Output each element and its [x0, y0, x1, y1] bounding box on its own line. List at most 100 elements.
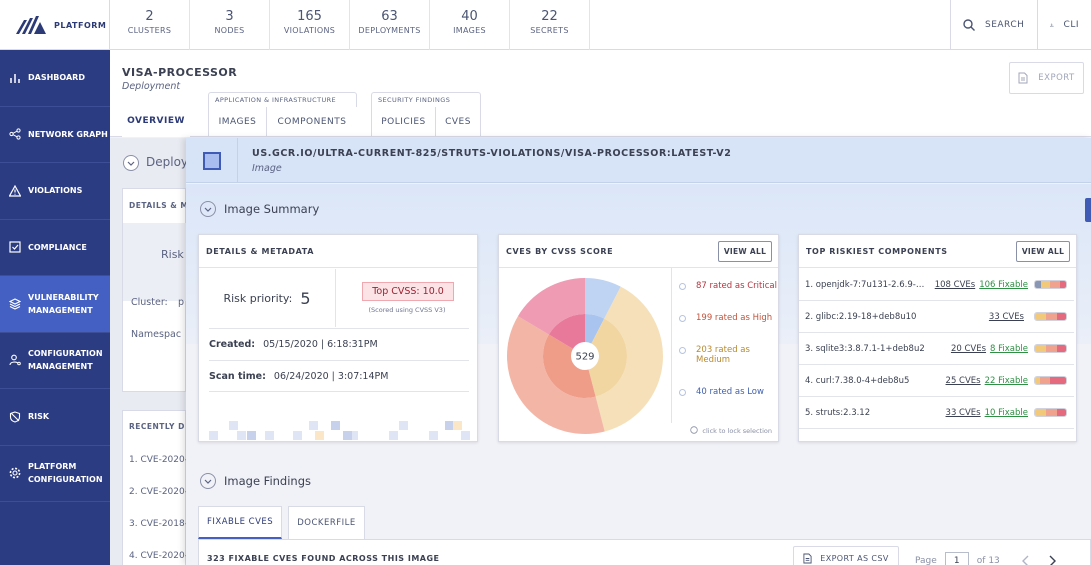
list-item[interactable]: 3. CVE-2018-1: [129, 519, 194, 529]
search-icon: [963, 19, 975, 31]
table-row[interactable]: 1. openjdk-7:7u131-2.6.9-2... 108 CVEs 1…: [799, 269, 1074, 301]
sidebar-item-platform-configuration[interactable]: PLATFORM CONFIGURATION: [0, 446, 110, 502]
legend-high[interactable]: 199 rated as High: [679, 313, 772, 323]
sidebar-item-violations[interactable]: VIOLATIONS: [0, 163, 110, 220]
top-actions: SEARCH CLI: [950, 0, 1091, 50]
risk-icon: [9, 411, 21, 423]
component-cves-link[interactable]: 33 CVEs: [989, 312, 1024, 322]
component-cves-link[interactable]: 108 CVEs: [935, 280, 975, 290]
stat-violations[interactable]: 165 VIOLATIONS: [270, 0, 350, 50]
stat-deployments[interactable]: 63 DEPLOYMENTS: [350, 0, 430, 50]
legend-medium[interactable]: 203 rated as Medium: [679, 345, 769, 365]
sidebar-item-compliance[interactable]: COMPLIANCE: [0, 220, 110, 276]
sidebar-item-label: VULNERABILITY: [28, 292, 99, 302]
sidebar: DASHBOARD NETWORK GRAPH VIOLATIONS COMPL…: [0, 50, 110, 565]
component-name[interactable]: 1. openjdk-7:7u131-2.6.9-2...: [805, 280, 929, 290]
sidebar-item-label-line2: CONFIGURATION: [28, 475, 103, 485]
stat-label: NODES: [214, 26, 245, 35]
table-row[interactable]: 3. sqlite3:3.8.7.1-1+deb8u2 20 CVEs 8 Fi…: [799, 333, 1074, 365]
sidebar-item-label: DASHBOARD: [28, 73, 85, 83]
page-number-input[interactable]: 1: [944, 552, 969, 565]
sidebar-item-dashboard[interactable]: DASHBOARD: [0, 50, 110, 107]
deployment-header: VISA-PROCESSOR Deployment EXPORT APPLICA…: [110, 50, 1091, 137]
tab-images[interactable]: IMAGES: [208, 107, 266, 137]
image-select-toggle[interactable]: [186, 138, 238, 183]
view-all-components-button[interactable]: VIEW ALL: [1016, 241, 1070, 262]
tab-dockerfile[interactable]: DOCKERFILE: [288, 506, 365, 539]
tab-overview[interactable]: OVERVIEW: [122, 107, 190, 137]
created-value: 05/15/2020 | 6:18:31PM: [263, 339, 378, 350]
chevron-down-icon[interactable]: [123, 155, 139, 171]
table-row[interactable]: 2. glibc:2.19-18+deb8u10 33 CVEs: [799, 301, 1074, 333]
stat-number: 3: [225, 9, 234, 24]
component-name[interactable]: 5. struts:2.3.12: [805, 408, 940, 418]
component-cves-link[interactable]: 25 CVEs: [946, 376, 981, 386]
component-cves-link[interactable]: 33 CVEs: [946, 408, 981, 418]
export-button[interactable]: EXPORT: [1009, 62, 1084, 94]
search-label: SEARCH: [985, 20, 1025, 30]
component-name[interactable]: 3. sqlite3:3.8.7.1-1+deb8u2: [805, 344, 945, 354]
card-title: TOP RISKIEST COMPONENTS VIEW ALL: [799, 235, 1076, 268]
document-icon: [1018, 72, 1028, 84]
user-gear-icon: [9, 354, 21, 366]
risk-priority-value: 5: [300, 288, 311, 308]
list-item[interactable]: 2. CVE-2020-1: [129, 487, 194, 497]
card-title-text: CVES BY CVSS SCORE: [506, 246, 614, 256]
sidebar-item-label: RISK: [28, 412, 50, 422]
stat-secrets[interactable]: 22 SECRETS: [510, 0, 590, 50]
sidebar-item-network-graph[interactable]: NETWORK GRAPH: [0, 107, 110, 163]
section-image-findings[interactable]: Image Findings: [200, 473, 311, 489]
severity-bar: [1034, 344, 1067, 353]
sidebar-item-vulnerability-management[interactable]: VULNERABILITY MANAGEMENT: [0, 276, 110, 333]
section-image-summary[interactable]: Image Summary: [200, 201, 319, 217]
component-cves-link[interactable]: 20 CVEs: [951, 344, 986, 354]
legend-critical[interactable]: 87 rated as Critical: [679, 281, 777, 291]
card-title: CVES BY CVSS SCORE VIEW ALL: [499, 235, 778, 268]
legend-text: 87 rated as Critical: [696, 281, 777, 291]
cvss-sunburst-chart[interactable]: 529: [505, 276, 665, 436]
list-item[interactable]: 4. CVE-2020-1: [129, 551, 194, 561]
chart-center-total: 529: [575, 352, 594, 363]
tab-policies[interactable]: POLICIES: [371, 107, 435, 137]
details-metadata-card: DETAILS & METADATA Risk priority: 5 Top …: [198, 234, 478, 442]
component-fixable-link[interactable]: 106 Fixable: [979, 280, 1028, 290]
sidebar-item-configuration-management[interactable]: CONFIGURATION MANAGEMENT: [0, 333, 110, 389]
stat-nodes[interactable]: 3 NODES: [190, 0, 270, 50]
stat-clusters[interactable]: 2 CLUSTERS: [110, 0, 190, 50]
component-name[interactable]: 2. glibc:2.19-18+deb8u10: [805, 312, 983, 322]
stat-images[interactable]: 40 IMAGES: [430, 0, 510, 50]
sidebar-item-label: PLATFORM: [28, 462, 77, 472]
cli-button[interactable]: CLI: [1037, 0, 1091, 50]
cluster-label: Cluster:: [131, 297, 168, 308]
tab-cves[interactable]: CVES: [435, 107, 481, 137]
table-row[interactable]: 5. struts:2.3.12 33 CVEs 10 Fixable: [799, 397, 1074, 429]
section-title: Image Summary: [224, 202, 320, 216]
component-name[interactable]: 4. curl:7.38.0-4+deb8u5: [805, 376, 940, 386]
view-all-cves-button[interactable]: VIEW ALL: [718, 241, 772, 262]
tab-components[interactable]: COMPONENTS: [266, 107, 357, 137]
info-icon: [690, 426, 699, 434]
gear-icon: [9, 467, 21, 479]
card-title: RECENTLY D: [129, 422, 185, 431]
component-fixable-link[interactable]: 10 Fixable: [985, 408, 1028, 418]
brand-label: PLATFORM: [54, 20, 107, 30]
component-fixable-link[interactable]: 22 Fixable: [985, 376, 1028, 386]
sidebar-item-risk[interactable]: RISK: [0, 389, 110, 446]
export-csv-label: EXPORT AS CSV: [820, 553, 889, 563]
brand[interactable]: PLATFORM: [0, 0, 110, 50]
severity-bar: [1034, 280, 1067, 289]
chevron-right-icon[interactable]: [1048, 555, 1056, 565]
export-csv-button[interactable]: EXPORT AS CSV: [793, 546, 899, 565]
panel-edge-handle[interactable]: [1085, 198, 1091, 222]
search-button[interactable]: SEARCH: [950, 0, 1037, 50]
list-item[interactable]: 1. CVE-2020-: [129, 455, 188, 465]
component-fixable-link[interactable]: 8 Fixable: [990, 344, 1028, 354]
stat-label: SECRETS: [530, 26, 569, 35]
sidebar-item-label: COMPLIANCE: [28, 242, 87, 252]
table-row[interactable]: 4. curl:7.38.0-4+deb8u5 25 CVEs 22 Fixab…: [799, 365, 1074, 397]
legend-low[interactable]: 40 rated as Low: [679, 387, 764, 397]
severity-bar: [1034, 312, 1067, 321]
chevron-down-icon: [200, 201, 216, 217]
tab-fixable-cves[interactable]: FIXABLE CVES: [198, 506, 283, 539]
chevron-left-icon[interactable]: [1021, 555, 1030, 565]
